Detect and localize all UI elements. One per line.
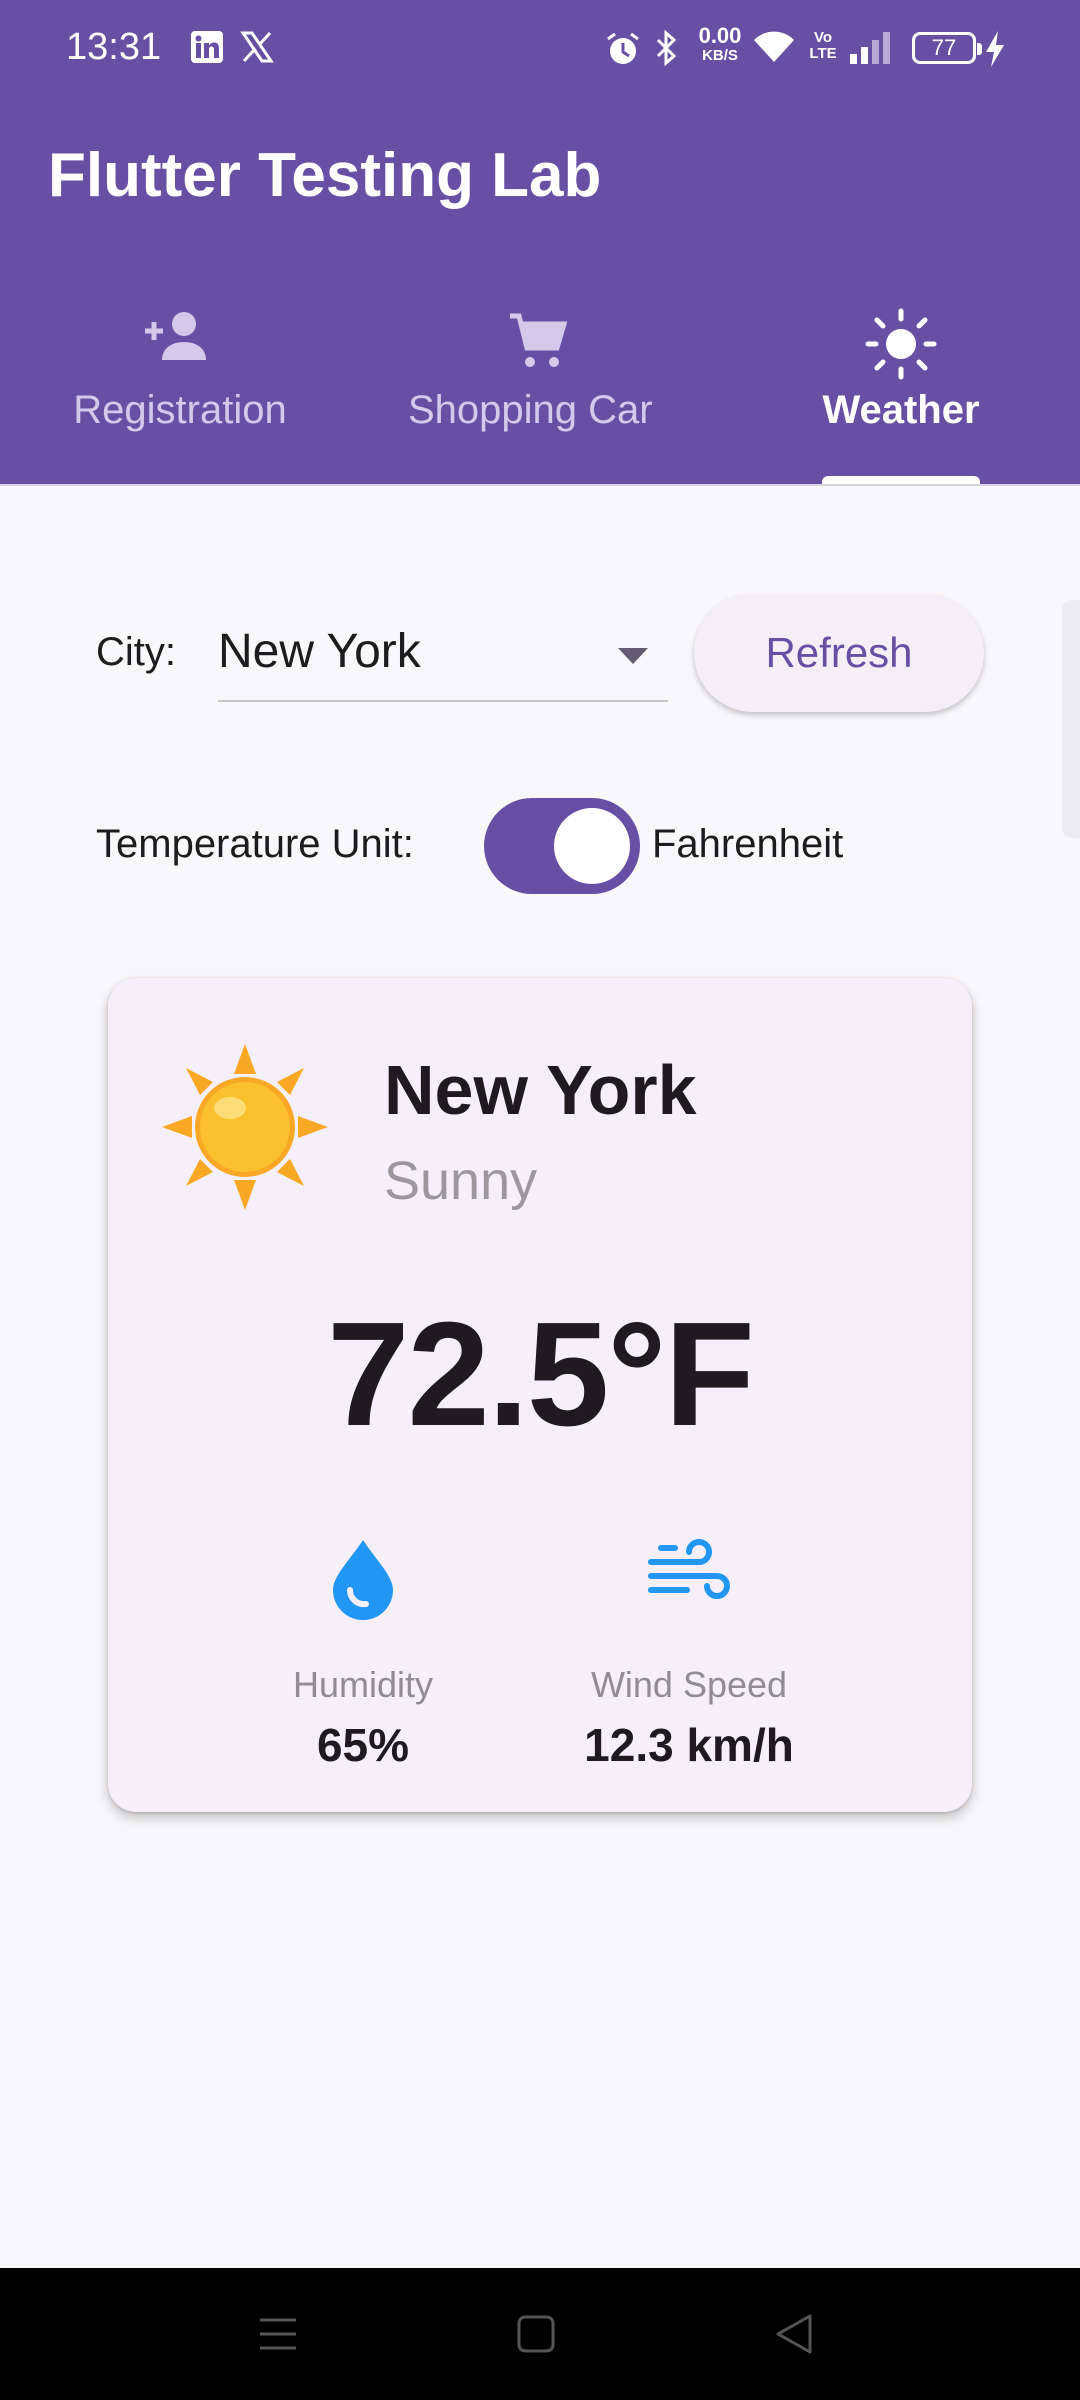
temperature-unit-switch[interactable] (484, 798, 640, 894)
shopping-cart-icon (510, 313, 568, 367)
volte-indicator: Vo LTE (809, 29, 837, 62)
bluetooth-icon (656, 30, 677, 66)
sun-icon (865, 308, 937, 380)
humidity-value: 65% (316, 1719, 410, 1771)
home-icon[interactable] (516, 2312, 556, 2356)
switch-knob (554, 808, 630, 884)
status-time: 13:31 (66, 26, 162, 68)
scroll-edge (1062, 600, 1080, 838)
charging-icon (986, 31, 1004, 67)
network-speed: 0.00 KB/S (698, 23, 742, 65)
x-icon (240, 31, 274, 63)
card-condition: Sunny (384, 1151, 538, 1211)
tab-shopping-cart[interactable]: Shopping Car (398, 290, 678, 484)
alarm-icon (607, 32, 639, 64)
wind-speed-label: Wind Speed (590, 1664, 788, 1705)
temperature-unit-value: Fahrenheit (652, 822, 844, 866)
water-drop-icon (333, 1540, 393, 1620)
tab-divider (0, 484, 1080, 486)
menu-icon[interactable] (258, 2312, 298, 2356)
temperature-unit-label: Temperature Unit: (96, 822, 414, 866)
app-bar: 13:31 0.00 KB/S Vo LTE 77 Flutter Testin… (0, 0, 1080, 484)
app-title: Flutter Testing Lab (48, 141, 602, 210)
person-add-icon (145, 312, 206, 360)
temperature-value: 72.5°F (327, 1292, 755, 1457)
humidity-label: Humidity (292, 1664, 434, 1705)
weather-card: New York Sunny 72.5°F Humidity 65% Wind … (108, 978, 972, 1812)
city-dropdown-value: New York (218, 625, 421, 678)
city-label: City: (96, 630, 176, 674)
system-nav-bar (0, 2268, 1080, 2400)
back-icon[interactable] (774, 2312, 814, 2356)
dropdown-arrow-icon (618, 648, 648, 664)
linkedin-icon (191, 31, 223, 63)
card-city: New York (384, 1051, 697, 1129)
battery-indicator: 77 (912, 32, 982, 64)
tab-weather[interactable]: Weather (780, 290, 1022, 484)
wind-icon (648, 1539, 730, 1599)
city-dropdown[interactable]: New York (218, 612, 668, 702)
tab-bar: Registration Shopping Car Weather (0, 290, 1080, 484)
refresh-button[interactable]: Refresh (694, 594, 984, 712)
tab-registration[interactable]: Registration (40, 290, 320, 484)
status-bar: 13:31 0.00 KB/S Vo LTE 77 (0, 0, 1080, 96)
signal-icon (850, 32, 890, 64)
wifi-icon (754, 31, 794, 62)
wind-speed-value: 12.3 km/h (584, 1719, 794, 1771)
sunny-icon (162, 1044, 328, 1210)
